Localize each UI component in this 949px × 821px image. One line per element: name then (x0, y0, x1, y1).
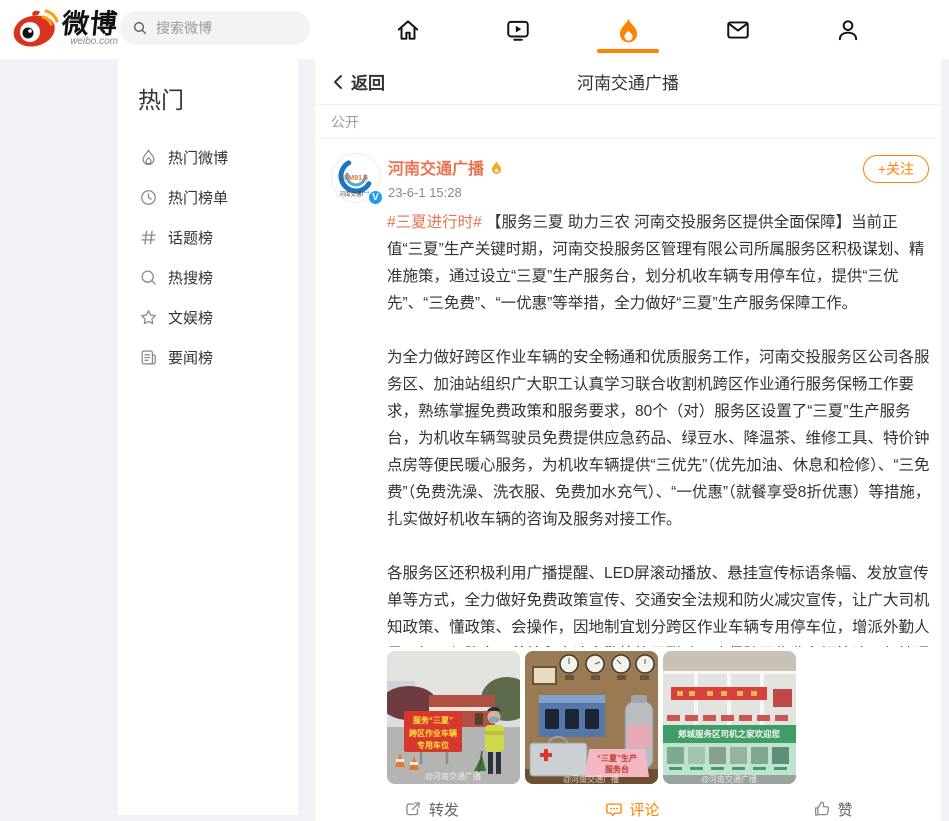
search-icon (132, 20, 148, 36)
like-label: 赞 (838, 799, 853, 820)
sidebar-item-hot-ranking[interactable]: 热门榜单 (138, 177, 298, 217)
active-tab-indicator (597, 49, 659, 53)
weibo-logo[interactable]: 微博 weibo.com (10, 7, 118, 51)
post-text-segment: 为全力做好跨区作业车辆的安全畅通和优质服务工作，河南交投服务区公司各服务区、加油… (387, 349, 930, 528)
star-icon (138, 307, 158, 327)
follow-button[interactable]: +关注 (863, 155, 929, 183)
comment-icon (605, 800, 623, 818)
nav-hot[interactable] (613, 15, 643, 45)
post-images: 服务“三夏” 跨区作业车辆 专用车位 @河 (387, 651, 933, 784)
svg-text:跨区作业车辆: 跨区作业车辆 (409, 728, 457, 738)
svg-text:郏城服务区司机之家欢迎您: 郏城服务区司机之家欢迎您 (677, 729, 781, 739)
back-label: 返回 (351, 69, 385, 94)
svg-text:@河南交通广播: @河南交通广播 (701, 774, 757, 784)
post-paragraph: 各服务区还积极利用广播提醒、LED屏滚动播放、悬挂宣传标语条幅、发放宣传单等方式… (387, 560, 933, 647)
repost-label: 转发 (429, 799, 459, 820)
home-icon (395, 17, 421, 43)
sidebar: 热门 热门微博 热门榜单 话题榜 热搜榜 (118, 59, 298, 815)
sidebar-item-label: 文娱榜 (168, 307, 213, 328)
post-image-service-desk[interactable]: “三夏”生产 服务台 @河南交通广播 (525, 651, 658, 784)
visibility-label: 公开 (315, 105, 941, 139)
main-column: 河南交通广播 返回 公开 FM91.5 河南交通广播 (315, 59, 941, 821)
sidebar-item-topics[interactable]: 话题榜 (138, 217, 298, 257)
svg-text:服务“三夏”: 服务“三夏” (413, 715, 453, 725)
search-box[interactable] (120, 11, 310, 45)
post-timestamp: 23-6-1 15:28 (388, 185, 504, 200)
weibo-eye-icon (10, 7, 60, 51)
top-bar: 微博 weibo.com (0, 0, 949, 59)
search-input[interactable] (156, 20, 286, 36)
svg-text:服务台: 服务台 (605, 764, 629, 774)
clock-icon (138, 187, 158, 207)
person-icon (835, 17, 861, 43)
brand-name: 微博 (61, 11, 120, 37)
page-header: 河南交通广播 返回 (315, 59, 941, 105)
svg-text:专用车位: 专用车位 (417, 740, 449, 750)
sidebar-title: 热门 (138, 81, 298, 115)
flame-icon (615, 17, 642, 44)
sidebar-item-hot-weibo[interactable]: 热门微博 (138, 137, 298, 177)
hash-icon (138, 227, 158, 247)
search-icon (138, 267, 158, 287)
like-button[interactable]: 赞 (732, 799, 933, 820)
avatar[interactable]: FM91.5 河南交通广播 V (331, 153, 381, 203)
sidebar-item-news[interactable]: 要闻榜 (138, 337, 298, 377)
chevron-left-icon (331, 74, 345, 90)
comment-label: 评论 (630, 799, 660, 820)
nav-video[interactable] (503, 15, 533, 45)
sidebar-item-label: 要闻榜 (168, 347, 213, 368)
comment-button[interactable]: 评论 (532, 799, 733, 820)
repost-button[interactable]: 转发 (331, 799, 532, 820)
svg-text:FM91.5: FM91.5 (344, 175, 368, 182)
sidebar-item-label: 热搜榜 (168, 267, 213, 288)
svg-text:@河南交通广播: @河南交通广播 (563, 774, 619, 784)
thumbs-up-icon (813, 800, 831, 818)
repost-icon (404, 800, 422, 818)
verified-badge-icon: V (367, 189, 384, 206)
post: FM91.5 河南交通广播 V 河南交通广播 (315, 139, 941, 821)
sidebar-item-hot-search[interactable]: 热搜榜 (138, 257, 298, 297)
author-name[interactable]: 河南交通广播 (388, 155, 484, 179)
back-button[interactable]: 返回 (331, 69, 385, 94)
post-image-drivers-home[interactable]: 郏城服务区司机之家欢迎您 @河南交通广播 (663, 651, 796, 784)
mail-icon (725, 17, 751, 43)
svg-text:“三夏”生产: “三夏”生产 (597, 753, 637, 763)
nav-messages[interactable] (723, 15, 753, 45)
sidebar-item-label: 热门微博 (168, 147, 228, 168)
post-image-parking-sign[interactable]: 服务“三夏” 跨区作业车辆 专用车位 @河 (387, 651, 520, 784)
post-paragraph: 为全力做好跨区作业车辆的安全畅通和优质服务工作，河南交投服务区公司各服务区、加油… (387, 344, 933, 533)
post-action-bar: 转发 评论 赞 (331, 793, 933, 821)
sidebar-item-entertainment[interactable]: 文娱榜 (138, 297, 298, 337)
hashtag-link[interactable]: #三夏进行时# (387, 214, 482, 231)
page-title: 河南交通广播 (315, 69, 941, 94)
nav-home[interactable] (393, 15, 423, 45)
video-icon (505, 17, 531, 43)
post-text: #三夏进行时# 【服务三夏 助力三农 河南交投服务区提供全面保障】当前正值“三夏… (387, 209, 933, 647)
sidebar-item-label: 话题榜 (168, 227, 213, 248)
nav-profile[interactable] (833, 15, 863, 45)
vip-badge-icon (489, 160, 504, 175)
sidebar-item-label: 热门榜单 (168, 187, 228, 208)
flame-icon (138, 147, 158, 167)
news-icon (138, 347, 158, 367)
post-header: FM91.5 河南交通广播 V 河南交通广播 (331, 153, 933, 203)
post-text-segment: 各服务区还积极利用广播提醒、LED屏滚动播放、悬挂宣传标语条幅、发放宣传单等方式… (387, 565, 930, 647)
page-content: 热门 热门微博 热门榜单 话题榜 热搜榜 (0, 59, 949, 821)
post-paragraph: #三夏进行时# 【服务三夏 助力三农 河南交投服务区提供全面保障】当前正值“三夏… (387, 209, 933, 317)
svg-text:@河南交通广播: @河南交通广播 (425, 771, 481, 781)
